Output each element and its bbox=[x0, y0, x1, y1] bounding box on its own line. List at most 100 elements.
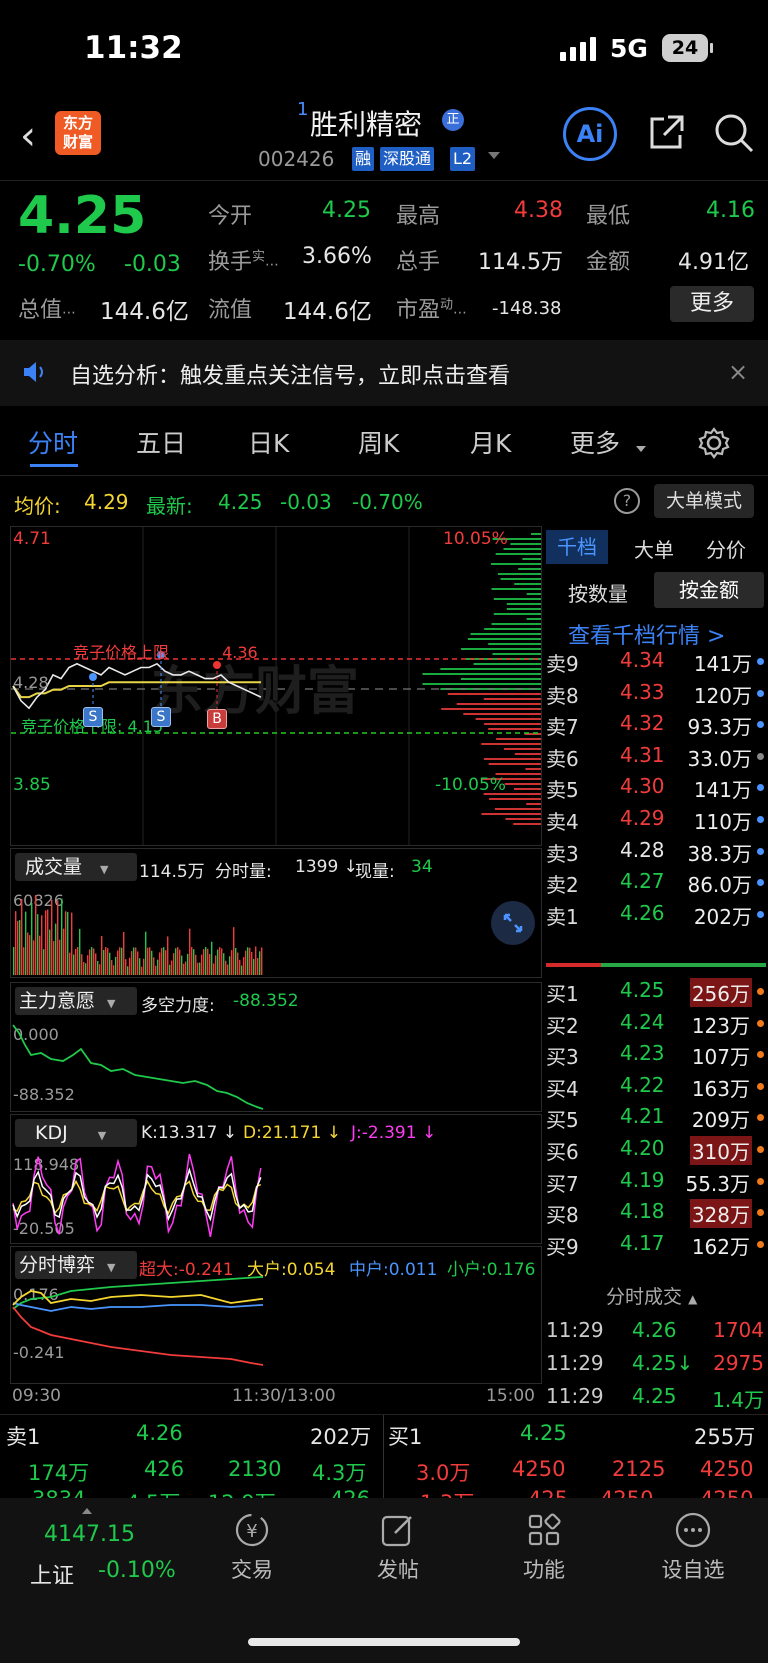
volume-bar bbox=[177, 947, 179, 975]
depth-bar bbox=[440, 668, 541, 670]
depth-bar bbox=[492, 653, 541, 655]
strip-buy-r2-c1: 1.3万 bbox=[420, 1487, 474, 1498]
tab-five-day[interactable]: 五日 bbox=[136, 424, 186, 460]
big-order-mode-button[interactable]: 大单模式 bbox=[654, 484, 754, 518]
ob-buy-row[interactable]: 买9 4.17 162万 bbox=[546, 1229, 766, 1259]
tab-intraday[interactable]: 分时 bbox=[28, 424, 78, 460]
settings-gear-icon[interactable] bbox=[697, 426, 731, 460]
ob-row-dot bbox=[757, 784, 764, 792]
ob-sell-row[interactable]: 卖5 4.30 141万 bbox=[546, 772, 766, 802]
ob-buy-row[interactable]: 买4 4.22 163万 bbox=[546, 1071, 766, 1101]
ob-sell-row[interactable]: 卖3 4.28 38.3万 bbox=[546, 836, 766, 866]
ob-sell-row[interactable]: 卖9 4.34 141万 bbox=[546, 646, 766, 676]
volume-bar bbox=[127, 966, 129, 975]
ob-row-label: 买7 bbox=[546, 1171, 579, 1196]
share-icon[interactable] bbox=[646, 113, 686, 153]
ob-sub-amount[interactable]: 按金额 bbox=[654, 572, 764, 608]
depth-bar bbox=[513, 823, 541, 825]
expand-icon[interactable] bbox=[491, 901, 535, 945]
depth-bar bbox=[484, 723, 541, 725]
ob-row-price: 4.32 bbox=[620, 711, 665, 736]
intraday-chart[interactable]: 东方财富 4.71 10.05% 3.85 -10.05% 4.28 竞子价格上… bbox=[10, 526, 542, 846]
volume-bar bbox=[181, 955, 183, 975]
open-value: 4.25 bbox=[322, 198, 371, 223]
ob-buy-row[interactable]: 买8 4.18 328万 bbox=[546, 1197, 766, 1229]
close-icon[interactable]: × bbox=[728, 358, 748, 386]
turnover-label: 换手实⋯ bbox=[208, 249, 280, 275]
ob-buy-row[interactable]: 买6 4.20 310万 bbox=[546, 1134, 766, 1165]
volume-bar bbox=[137, 951, 139, 975]
volume-bar bbox=[261, 947, 263, 975]
ob-buy-row[interactable]: 买5 4.21 209万 bbox=[546, 1102, 766, 1132]
nav-add-watch[interactable]: 设自选 bbox=[650, 1510, 736, 1590]
buy-marker[interactable]: B bbox=[207, 709, 227, 729]
volume-bar bbox=[189, 928, 191, 975]
nav-trade[interactable]: ¥ 交易 bbox=[214, 1510, 290, 1590]
ob-sell-row[interactable]: 卖7 4.32 93.3万 bbox=[546, 709, 766, 739]
ob-buy-row[interactable]: 买2 4.24 123万 bbox=[546, 1008, 766, 1038]
strip-sell1-price: 4.26 bbox=[136, 1421, 183, 1445]
trade-icon: ¥ bbox=[232, 1510, 272, 1550]
ob-sell-row[interactable]: 卖8 4.33 120万 bbox=[546, 678, 766, 708]
index-name[interactable]: 上证 bbox=[30, 1558, 74, 1590]
ai-button[interactable]: Ai bbox=[563, 107, 617, 161]
low-value: 4.16 bbox=[706, 198, 755, 223]
tab-more[interactable]: 更多 bbox=[570, 424, 620, 460]
ob-sell-row[interactable]: 卖2 4.27 86.0万 bbox=[546, 867, 766, 897]
ob-tab-depth[interactable]: 千档 bbox=[546, 530, 608, 564]
notice-text: 自选分析：触发重点关注信号，立即点击查看 bbox=[70, 364, 511, 389]
index-value[interactable]: 4147.15 bbox=[44, 1522, 135, 1547]
volume-bar bbox=[47, 909, 49, 975]
notice-banner[interactable]: 自选分析：触发重点关注信号，立即点击查看 × bbox=[0, 340, 768, 406]
chevron-down-icon[interactable] bbox=[488, 152, 500, 159]
app-logo[interactable]: 东方 财富 bbox=[55, 111, 101, 155]
volume-bar bbox=[75, 948, 77, 975]
ob-buy-row[interactable]: 买3 4.23 107万 bbox=[546, 1039, 766, 1069]
nav-post[interactable]: 发帖 bbox=[360, 1510, 436, 1590]
volume-bar bbox=[227, 964, 229, 975]
ob-sub-count[interactable]: 按数量 bbox=[568, 578, 628, 607]
strip-sell-r2-c3: 12.9万 bbox=[208, 1487, 276, 1498]
volume-bar bbox=[163, 947, 165, 975]
ob-row-vol: 93.3万 bbox=[687, 715, 752, 740]
ticks-title[interactable]: 分时成交 ▲ bbox=[606, 1282, 697, 1309]
sell-marker-1[interactable]: S bbox=[83, 707, 103, 727]
ob-sell-row[interactable]: 卖1 4.26 202万 bbox=[546, 899, 766, 929]
ob-row-dot bbox=[757, 879, 764, 887]
more-button[interactable]: 更多 bbox=[670, 286, 754, 322]
nav-function[interactable]: 功能 bbox=[506, 1510, 582, 1590]
tab-day-k[interactable]: 日K bbox=[248, 424, 289, 460]
volume-bar bbox=[245, 950, 247, 975]
volume-bar bbox=[121, 947, 123, 975]
ob-buy-row[interactable]: 买1 4.25 256万 bbox=[546, 976, 766, 1007]
volume-bar bbox=[133, 947, 135, 975]
ob-row-dot bbox=[757, 1240, 764, 1248]
ob-tab-big[interactable]: 大单 bbox=[634, 534, 674, 563]
volume-bar bbox=[107, 948, 109, 975]
index-pct[interactable]: -0.10% bbox=[98, 1558, 176, 1583]
volume-bar bbox=[113, 965, 115, 975]
ob-sell-row[interactable]: 卖4 4.29 110万 bbox=[546, 804, 766, 834]
search-icon[interactable] bbox=[712, 111, 756, 155]
ob-row-label: 卖8 bbox=[546, 683, 579, 708]
volume-bar bbox=[55, 923, 57, 975]
depth-bar bbox=[518, 568, 541, 570]
ob-row-vol: 162万 bbox=[691, 1234, 750, 1259]
help-icon[interactable]: ? bbox=[614, 488, 640, 514]
volume-bar bbox=[151, 950, 153, 975]
ob-buy-row[interactable]: 买7 4.19 55.3万 bbox=[546, 1166, 766, 1196]
ob-tab-price[interactable]: 分价 bbox=[706, 534, 746, 563]
x-label-open: 09:30 bbox=[12, 1386, 61, 1406]
tab-week-k[interactable]: 周K bbox=[358, 424, 399, 460]
back-icon[interactable]: ‹ bbox=[20, 113, 36, 159]
ob-row-dot bbox=[757, 752, 764, 760]
volume-bar bbox=[237, 952, 239, 975]
depth-bar bbox=[503, 548, 541, 550]
tab-month-k[interactable]: 月K bbox=[470, 424, 511, 460]
sell-marker-2[interactable]: S bbox=[151, 707, 171, 727]
upper-limit-label: 竞子价格上限 4.36 bbox=[73, 643, 258, 662]
ob-sell-row[interactable]: 卖6 4.31 33.0万 bbox=[546, 741, 766, 771]
depth-bar bbox=[526, 618, 541, 620]
speaker-icon bbox=[22, 360, 48, 384]
depth-bar bbox=[467, 638, 541, 640]
